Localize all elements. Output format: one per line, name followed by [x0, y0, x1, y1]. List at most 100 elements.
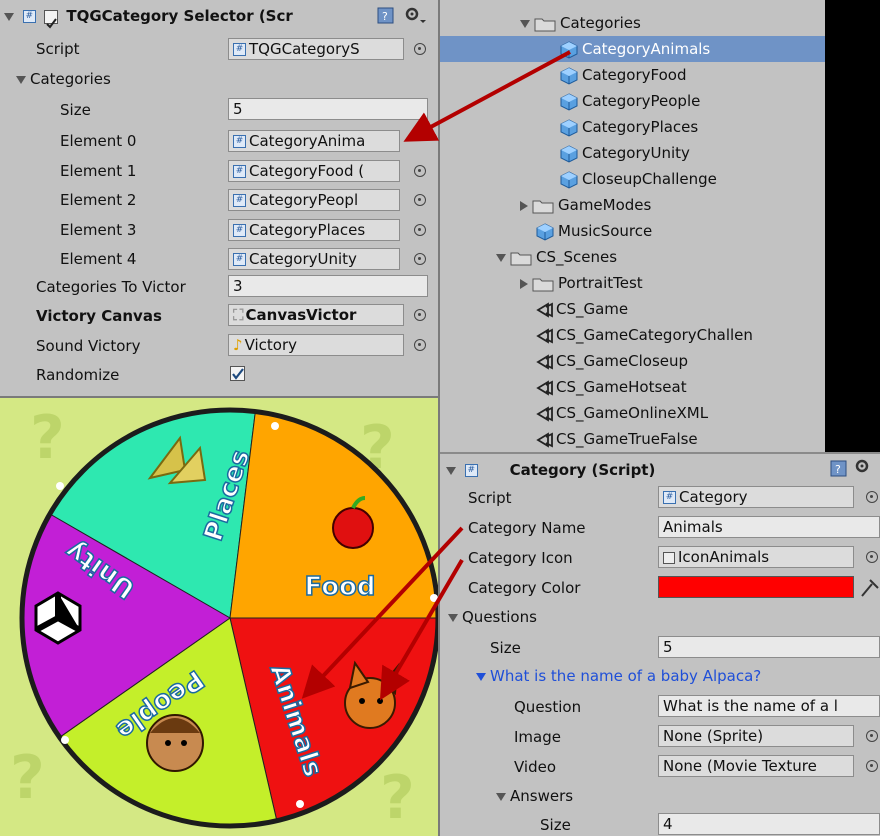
hierarchy-item-label: CategoryUnity: [582, 144, 690, 162]
element-value: CategoryPeopl: [249, 191, 359, 209]
spin-wheel[interactable]: ? ? ? ? Places Food Animals People Unity: [0, 398, 440, 836]
video-field[interactable]: None (Movie Texture: [658, 755, 854, 777]
hierarchy-item-label: CategoryPlaces: [582, 118, 699, 136]
hierarchy-item[interactable]: CategoryPlaces: [440, 114, 825, 140]
foldout-arrow-icon[interactable]: [16, 75, 26, 84]
object-picker-icon[interactable]: [414, 194, 426, 206]
hierarchy-item-label: CS_GameOnlineXML: [556, 404, 709, 422]
category-name-field[interactable]: Animals: [658, 516, 880, 538]
randomize-checkbox[interactable]: [230, 366, 245, 381]
canvas-field[interactable]: ⛶ CanvasVictor: [228, 304, 404, 326]
hierarchy-item[interactable]: CategoryPeople: [440, 88, 825, 114]
component-header[interactable]: # Category (Script): [446, 456, 655, 484]
collapse-arrow-icon[interactable]: [520, 278, 528, 289]
gear-icon[interactable]: [404, 6, 428, 26]
gameobject-cube-icon: [560, 144, 578, 163]
question-header: What is the name of a baby Alpaca?: [490, 667, 762, 685]
script-icon: #: [233, 253, 246, 266]
gameobject-cube-icon: [560, 92, 578, 111]
object-picker-icon[interactable]: [866, 551, 878, 563]
object-picker-icon[interactable]: [414, 43, 426, 55]
object-picker-icon[interactable]: [414, 223, 426, 236]
hierarchy-item[interactable]: GameModes: [440, 192, 825, 218]
hierarchy-item[interactable]: CS_GameTrueFalse: [440, 426, 825, 452]
object-picker-icon[interactable]: [414, 164, 426, 177]
foldout-arrow-icon[interactable]: [446, 466, 456, 475]
help-icon[interactable]: ?: [377, 7, 395, 25]
foldout-arrow-icon[interactable]: [496, 792, 506, 801]
svg-text:?: ?: [10, 743, 45, 813]
script-field[interactable]: # TQGCategoryS: [228, 38, 404, 60]
hierarchy-item[interactable]: CategoryUnity: [440, 140, 825, 166]
questions-foldout[interactable]: Questions: [448, 608, 537, 626]
element-field[interactable]: # CategoryPeopl: [228, 189, 400, 211]
scene-icon: [536, 405, 553, 422]
question-field[interactable]: What is the name of a l: [658, 695, 880, 717]
element-field[interactable]: # CategoryFood (: [228, 159, 400, 182]
svg-text:?: ?: [30, 403, 65, 473]
hierarchy-item[interactable]: CS_Game: [440, 296, 825, 322]
object-picker-icon[interactable]: [866, 491, 878, 503]
enabled-checkbox[interactable]: [43, 9, 58, 29]
script-icon: #: [233, 135, 246, 148]
foldout-arrow-icon[interactable]: [476, 672, 486, 681]
image-field[interactable]: None (Sprite): [658, 725, 854, 747]
scene-icon: [536, 431, 553, 448]
object-picker-icon[interactable]: [866, 730, 878, 742]
component-header[interactable]: # TQGCategory Selector (Scr: [4, 2, 293, 30]
element-field[interactable]: # CategoryAnima: [228, 130, 400, 152]
folder-icon: [510, 252, 532, 265]
question-foldout[interactable]: What is the name of a baby Alpaca?: [476, 667, 761, 685]
answers-foldout[interactable]: Answers: [496, 787, 573, 805]
game-view: ? ? ? ? Places Food Animals People Unity: [0, 398, 440, 836]
scene-view-edge: [825, 0, 880, 452]
hierarchy-item[interactable]: CategoryFood: [440, 62, 825, 88]
gameobject-cube-icon: [560, 118, 578, 137]
categories-foldout[interactable]: Categories: [16, 70, 111, 88]
object-picker-icon[interactable]: [414, 253, 426, 265]
folder-icon: [532, 278, 554, 291]
category-name-label: Category Name: [468, 519, 586, 537]
hierarchy-item[interactable]: MusicSource: [440, 218, 825, 244]
victory-field[interactable]: 3: [228, 275, 428, 297]
object-picker-icon[interactable]: [866, 760, 878, 772]
hierarchy-item[interactable]: CS_GameOnlineXML: [440, 400, 825, 426]
hierarchy-item-label: CS_Scenes: [536, 248, 618, 266]
hierarchy-item[interactable]: CS_GameHotseat: [440, 374, 825, 400]
script-icon: #: [663, 491, 676, 504]
hierarchy-item[interactable]: PortraitTest: [440, 270, 825, 296]
eyedropper-icon[interactable]: [858, 576, 880, 598]
hierarchy-item-label: CS_GameCloseup: [556, 352, 689, 370]
bottom-inspector-panel: # Category (Script) ? Script # Category C…: [440, 452, 880, 836]
collapse-arrow-icon[interactable]: [520, 200, 528, 211]
object-picker-icon[interactable]: [414, 339, 426, 351]
hierarchy-item-label: GameModes: [558, 196, 652, 214]
category-color-swatch[interactable]: [658, 576, 854, 598]
hierarchy-item[interactable]: CloseupChallenge: [440, 166, 825, 192]
hierarchy-item[interactable]: CategoryAnimals: [440, 36, 825, 62]
category-icon-field[interactable]: IconAnimals: [658, 546, 854, 568]
sound-field[interactable]: ♪ Victory: [228, 334, 404, 356]
gear-icon[interactable]: [854, 458, 878, 478]
hierarchy-item-label: CS_GameHotseat: [556, 378, 687, 396]
element-field[interactable]: # CategoryUnity: [228, 248, 400, 270]
component-title: TQGCategory Selector (Scr: [66, 7, 293, 25]
foldout-arrow-icon[interactable]: [4, 12, 14, 21]
script-field[interactable]: # Category: [658, 486, 854, 508]
size-field[interactable]: 5: [228, 98, 428, 120]
hierarchy-item[interactable]: Categories: [440, 10, 825, 36]
script-icon: #: [233, 194, 246, 207]
element-field[interactable]: # CategoryPlaces: [228, 218, 400, 241]
hierarchy-item[interactable]: CS_Scenes: [440, 244, 825, 270]
expand-arrow-icon[interactable]: [520, 19, 530, 28]
hierarchy-item-label: CS_GameTrueFalse: [556, 430, 698, 448]
answers-size-field[interactable]: 4: [658, 813, 880, 835]
object-picker-icon[interactable]: [414, 309, 426, 321]
questions-label: Questions: [462, 608, 537, 626]
expand-arrow-icon[interactable]: [496, 253, 506, 262]
hierarchy-item[interactable]: CS_GameCloseup: [440, 348, 825, 374]
hierarchy-item[interactable]: CS_GameCategoryChallen: [440, 322, 825, 348]
foldout-arrow-icon[interactable]: [448, 613, 458, 622]
help-icon[interactable]: ?: [830, 460, 848, 478]
questions-size-field[interactable]: 5: [658, 636, 880, 658]
